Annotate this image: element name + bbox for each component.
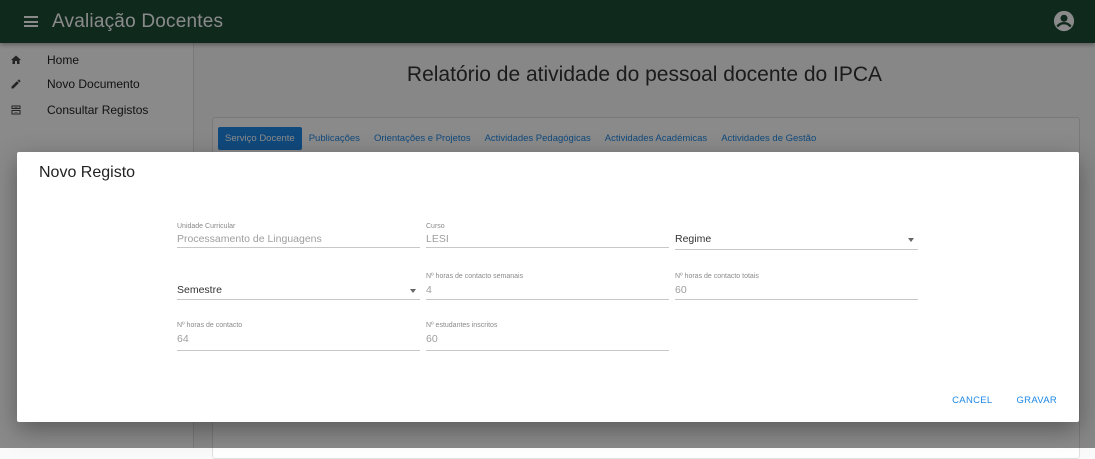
select-placeholder: Regime	[675, 233, 712, 245]
field-value: 64	[177, 333, 189, 345]
field-value: 60	[675, 284, 687, 296]
horas-contacto-semanais-field[interactable]: Nº horas de contacto semanais 4	[426, 273, 669, 300]
horas-contacto-totais-field[interactable]: Nº horas de contacto totais 60	[675, 273, 918, 300]
field-label: Nº horas de contacto semanais	[426, 273, 524, 280]
unidade-curricular-field[interactable]: Unidade Curricular Processamento de Ling…	[177, 223, 420, 248]
chevron-down-icon	[410, 289, 416, 293]
regime-select[interactable]: Regime	[675, 223, 918, 250]
curso-field[interactable]: Curso LESI	[426, 223, 669, 248]
field-label: Curso	[426, 223, 445, 230]
field-label: Nº estudantes inscritos	[426, 322, 498, 329]
field-label: Nº horas de contacto totais	[675, 273, 759, 280]
semestre-select[interactable]: Semestre	[177, 273, 420, 300]
cancel-button[interactable]: CANCEL	[946, 391, 998, 410]
field-label: Unidade Curricular	[177, 223, 236, 230]
select-placeholder: Semestre	[177, 284, 222, 296]
estudantes-inscritos-field[interactable]: Nº estudantes inscritos 60	[426, 322, 669, 351]
field-value: 60	[426, 333, 438, 345]
dialog-actions: CANCEL GRAVAR	[946, 391, 1063, 410]
field-value: LESI	[426, 233, 449, 245]
gravar-button[interactable]: GRAVAR	[1010, 391, 1063, 410]
field-value: Processamento de Linguagens	[177, 233, 322, 245]
novo-registo-dialog: Novo Registo Unidade Curricular Processa…	[17, 152, 1079, 422]
field-value: 4	[426, 284, 432, 296]
horas-contacto-field[interactable]: Nº horas de contacto 64	[177, 322, 420, 351]
field-label: Nº horas de contacto	[177, 322, 243, 329]
dialog-title: Novo Registo	[39, 164, 136, 181]
chevron-down-icon	[908, 238, 914, 242]
